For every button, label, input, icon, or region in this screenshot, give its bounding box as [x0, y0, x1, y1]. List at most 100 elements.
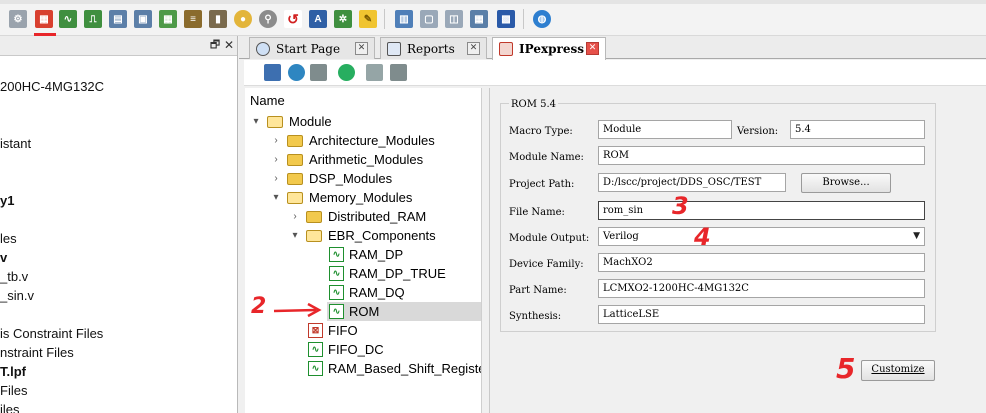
chip-icon: ∿ [308, 342, 323, 357]
spreadsheet-icon[interactable]: ▦ [159, 10, 177, 28]
file-name-field[interactable]: rom_sin [598, 201, 925, 220]
version-field[interactable]: 5.4 [790, 120, 925, 139]
toolbar-divider [384, 9, 385, 29]
tab-label: Start Page [276, 41, 341, 56]
settings-icon[interactable]: ⚙ [9, 10, 27, 28]
globe-icon[interactable]: ◍ [533, 10, 551, 28]
window-icon[interactable]: ▢ [420, 10, 438, 28]
redo-icon[interactable]: ↺ [284, 10, 302, 28]
tree-line[interactable]: is Constraint Files [0, 326, 103, 341]
chip-icon: ∿ [329, 247, 344, 262]
device-line[interactable]: 200HC-4MG132C [0, 79, 104, 94]
chevron-right-icon[interactable]: › [290, 211, 300, 222]
tree-line[interactable]: _sin.v [0, 288, 34, 303]
tree-line[interactable]: v [0, 250, 7, 265]
tree-item-memory[interactable]: ▾ Memory_Modules [271, 188, 412, 207]
report-icon[interactable]: ▤ [109, 10, 127, 28]
chevron-down-icon[interactable]: ▼ [913, 228, 920, 245]
macro-type-field[interactable]: Module [598, 120, 732, 139]
tree-item-label: RAM_DP [349, 247, 404, 262]
close-icon[interactable]: ✕ [467, 42, 480, 55]
key-icon[interactable]: ✎ [359, 10, 377, 28]
tab-reports[interactable]: Reports ✕ [380, 37, 487, 59]
tree-line[interactable]: les [0, 231, 17, 246]
part-name-field[interactable]: LCMXO2-1200HC-4MG132C [598, 279, 925, 298]
tree-item-ram-dq[interactable]: ∿ RAM_DQ [329, 283, 405, 302]
tree-item-ram-shift-register[interactable]: ∿ RAM_Based_Shift_Register [308, 359, 481, 378]
refresh-icon[interactable] [338, 64, 355, 81]
bulb-icon[interactable]: ● [234, 10, 252, 28]
tab-start-page[interactable]: Start Page ✕ [249, 37, 375, 59]
chevron-right-icon[interactable]: › [271, 154, 281, 165]
tree-line[interactable]: istant [0, 136, 31, 151]
waveform-icon[interactable]: ⎍ [84, 10, 102, 28]
project-path-field[interactable]: D:/lscc/project/DDS_OSC/TEST [598, 173, 786, 192]
tree-item-ram-dp[interactable]: ∿ RAM_DP [329, 245, 403, 264]
tree-line[interactable]: y1 [0, 193, 14, 208]
tree-item-rom[interactable]: ∿ ROM [327, 302, 481, 321]
tree-item-architecture[interactable]: › Architecture_Modules [271, 131, 434, 150]
customize-button[interactable]: Customize [861, 360, 935, 381]
grid-alt-icon[interactable]: ▩ [497, 10, 515, 28]
tree-line[interactable]: _tb.v [0, 269, 28, 284]
grid-icon[interactable]: ▦ [470, 10, 488, 28]
chip-icon: ∿ [329, 266, 344, 281]
tree-item-label: RAM_DP_TRUE [349, 266, 446, 281]
module-name-label: Module Name: [509, 152, 584, 163]
netlist-icon[interactable]: ▣ [134, 10, 152, 28]
module-name-field[interactable]: ROM [598, 146, 925, 165]
device-family-field[interactable]: MachXO2 [598, 253, 925, 272]
project-panel-header: 🗗 ✕ [0, 36, 237, 56]
user-icon[interactable] [390, 64, 407, 81]
layout-icon[interactable]: ▥ [395, 10, 413, 28]
tile-icon[interactable]: ◫ [445, 10, 463, 28]
tree-item-dsp[interactable]: › DSP_Modules [271, 169, 392, 188]
tree-item-fifo-dc[interactable]: ∿ FIFO_DC [308, 340, 384, 359]
report-icon [387, 41, 401, 56]
simulation-icon[interactable]: ∿ [59, 10, 77, 28]
tree-line[interactable]: iles [0, 402, 20, 413]
tree-item-distributed-ram[interactable]: › Distributed_RAM [290, 207, 426, 226]
search-icon[interactable]: ⚲ [259, 10, 277, 28]
close-icon[interactable]: ✕ [586, 42, 599, 55]
tab-ipexpress[interactable]: IPexpress ✕ [492, 37, 606, 60]
synthesis-field[interactable]: LatticeLSE [598, 305, 925, 324]
tree-item-arithmetic[interactable]: › Arithmetic_Modules [271, 150, 423, 169]
debug-icon[interactable]: ✲ [334, 10, 352, 28]
tab-label: IPexpress [519, 42, 584, 56]
chevron-right-icon[interactable]: › [271, 173, 281, 184]
chevron-right-icon[interactable]: › [271, 135, 281, 146]
tree-line[interactable]: Files [0, 383, 27, 398]
tree-item-ram-dp-true[interactable]: ∿ RAM_DP_TRUE [329, 264, 446, 283]
browse-button-label: Browse... [822, 177, 870, 188]
folder-open-icon [287, 191, 303, 204]
chevron-down-icon[interactable]: ▾ [251, 116, 261, 127]
user-config-icon[interactable] [366, 64, 383, 81]
tree-item-label: EBR_Components [328, 228, 436, 243]
tree-item-label: DSP_Modules [309, 171, 393, 186]
synthesis-label: Synthesis: [509, 311, 562, 322]
tree-item-fifo[interactable]: ⊠ FIFO [308, 321, 358, 340]
globe-icon[interactable] [288, 64, 305, 81]
close-icon[interactable]: ✕ [223, 38, 235, 52]
restore-icon[interactable]: 🗗 [209, 39, 221, 51]
project-path-label: Project Path: [509, 179, 575, 190]
chevron-down-icon[interactable]: ▾ [290, 230, 300, 241]
ip-catalog-icon[interactable]: ▦ [35, 10, 53, 28]
memory-icon[interactable]: ≡ [184, 10, 202, 28]
tree-item-label: FIFO [328, 323, 358, 338]
module-output-select[interactable]: Verilog ▼ [598, 227, 925, 246]
tree-line[interactable]: nstraint Files [0, 345, 74, 360]
power-icon[interactable]: ▮ [209, 10, 227, 28]
close-icon[interactable]: ✕ [355, 42, 368, 55]
chip-icon: ∿ [308, 361, 323, 376]
tree-line[interactable]: T.lpf [0, 364, 26, 379]
tree-item-ebr-components[interactable]: ▾ EBR_Components [290, 226, 436, 245]
import-icon[interactable] [310, 64, 327, 81]
chevron-down-icon[interactable]: ▾ [271, 192, 281, 203]
tree-item-module[interactable]: ▾ Module [251, 112, 331, 131]
monitor-icon[interactable] [264, 64, 281, 81]
analyzer-icon[interactable]: A [309, 10, 327, 28]
browse-button[interactable]: Browse... [801, 173, 891, 193]
annotation-4: 4 [694, 223, 711, 251]
